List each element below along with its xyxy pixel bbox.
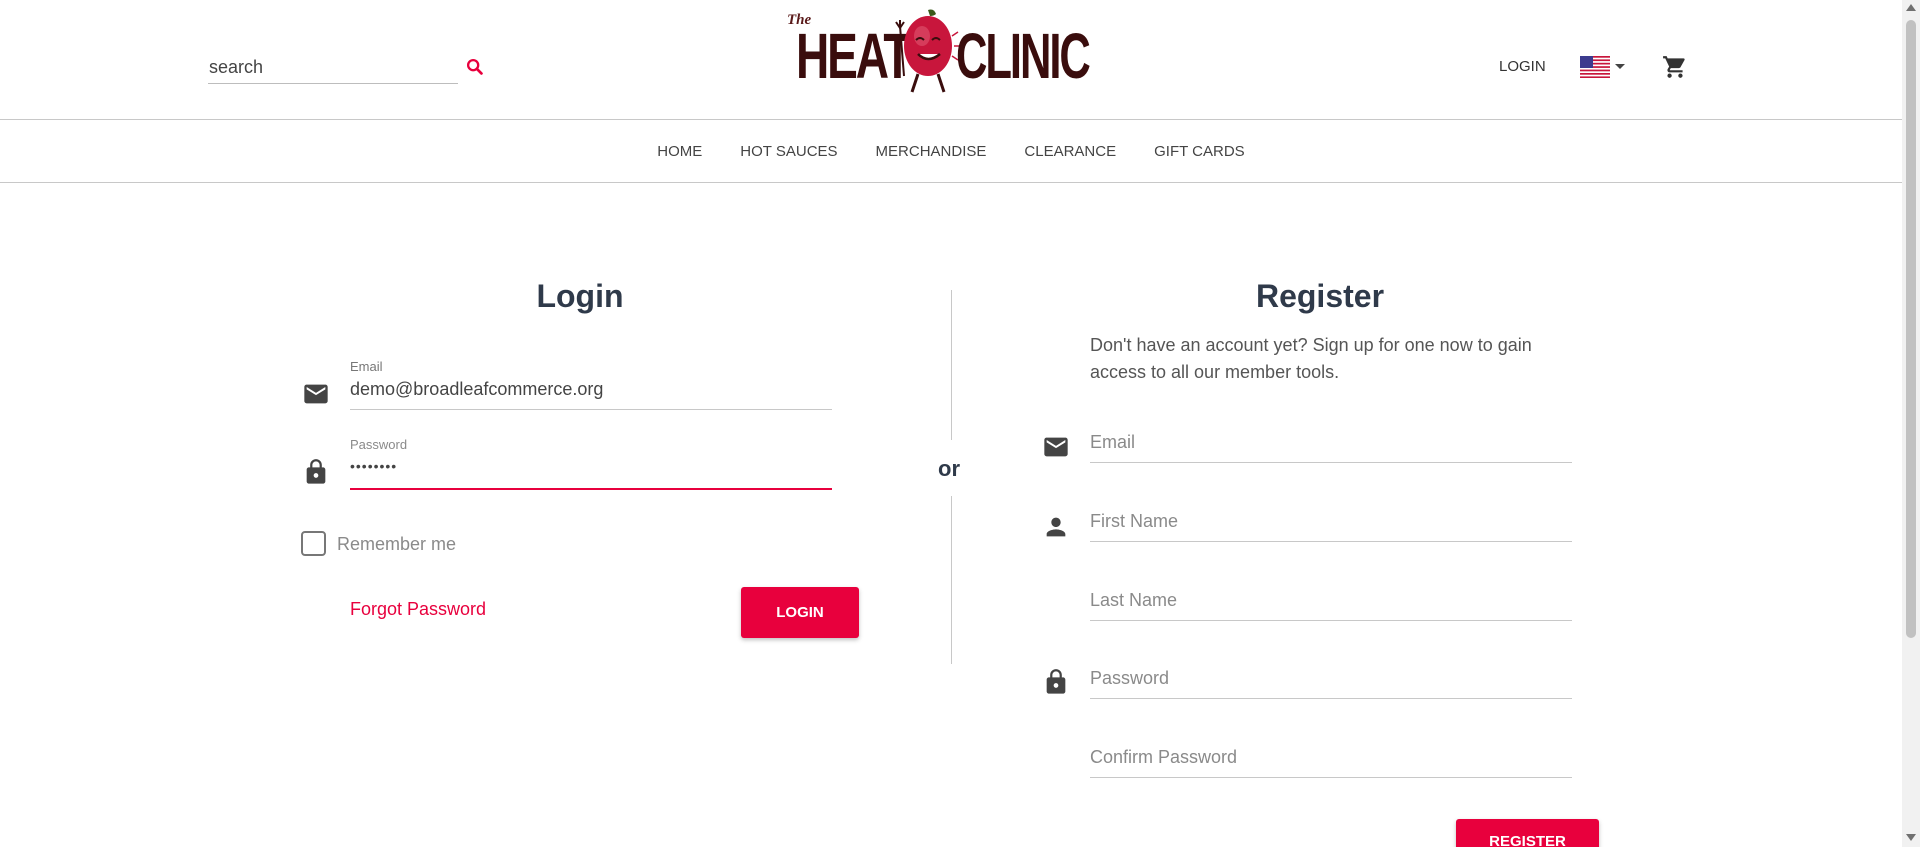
register-last-name-underline — [1090, 620, 1572, 621]
register-password-underline — [1090, 698, 1572, 699]
lock-icon — [1046, 669, 1066, 694]
register-confirm-password-underline — [1090, 777, 1572, 778]
nav-item-merchandise[interactable]: MERCHANDISE — [857, 143, 1006, 160]
login-email-underline — [350, 409, 832, 410]
logo-clinic-text: CLINIC — [956, 20, 1091, 92]
register-last-name-input[interactable]: Last Name — [1090, 590, 1177, 611]
cart-icon[interactable] — [1662, 54, 1688, 80]
register-confirm-password-input[interactable]: Confirm Password — [1090, 747, 1237, 768]
person-icon — [1046, 517, 1066, 537]
login-email-label: Email — [350, 359, 383, 374]
nav-item-hot-sauces[interactable]: HOT SAUCES — [721, 143, 856, 160]
register-email-input[interactable]: Email — [1090, 432, 1135, 453]
divider-line-top — [951, 290, 952, 440]
forgot-password-link[interactable]: Forgot Password — [350, 599, 486, 620]
login-password-input[interactable]: •••••••• — [350, 458, 397, 474]
register-password-input[interactable]: Password — [1090, 668, 1169, 689]
main-nav: HOME HOT SAUCES MERCHANDISE CLEARANCE GI… — [0, 120, 1902, 183]
mail-icon — [1044, 437, 1068, 457]
login-title: Login — [536, 278, 624, 314]
site-logo[interactable]: The HEAT CLINIC — [786, 6, 1091, 96]
lock-icon — [306, 459, 326, 484]
remember-me-label: Remember me — [337, 534, 457, 554]
us-flag-icon[interactable] — [1580, 56, 1610, 78]
chevron-down-icon[interactable] — [1615, 64, 1625, 69]
scrollbar-thumb[interactable] — [1906, 20, 1916, 638]
search-field[interactable] — [208, 52, 458, 84]
nav-item-home[interactable]: HOME — [638, 143, 721, 160]
register-first-name-underline — [1090, 541, 1572, 542]
site-header: The HEAT CLINIC LOGIN — [0, 0, 1902, 120]
register-button[interactable]: REGISTER — [1456, 819, 1599, 847]
login-button[interactable]: LOGIN — [741, 587, 859, 638]
remember-me-checkbox[interactable] — [301, 531, 326, 556]
or-divider: or — [938, 456, 960, 481]
divider-line-bottom — [951, 496, 952, 664]
register-first-name-input[interactable]: First Name — [1090, 511, 1178, 532]
register-description: Don't have an account yet? Sign up for o… — [1090, 335, 1532, 382]
nav-item-clearance[interactable]: CLEARANCE — [1005, 143, 1135, 160]
header-login-link[interactable]: LOGIN — [1499, 58, 1546, 75]
search-input[interactable] — [208, 52, 458, 82]
login-password-label: Password — [350, 437, 408, 452]
scroll-up-arrow-icon[interactable] — [1906, 4, 1916, 11]
pepper-mascot-icon — [895, 9, 961, 93]
register-title: Register — [1255, 278, 1385, 314]
search-icon[interactable] — [464, 56, 486, 78]
nav-item-gift-cards[interactable]: GIFT CARDS — [1135, 143, 1264, 160]
scroll-down-arrow-icon[interactable] — [1906, 834, 1916, 841]
login-email-input[interactable]: demo@broadleafcommerce.org — [350, 379, 603, 400]
mail-icon — [304, 384, 328, 404]
register-email-underline — [1090, 462, 1572, 463]
login-password-underline — [350, 488, 832, 490]
